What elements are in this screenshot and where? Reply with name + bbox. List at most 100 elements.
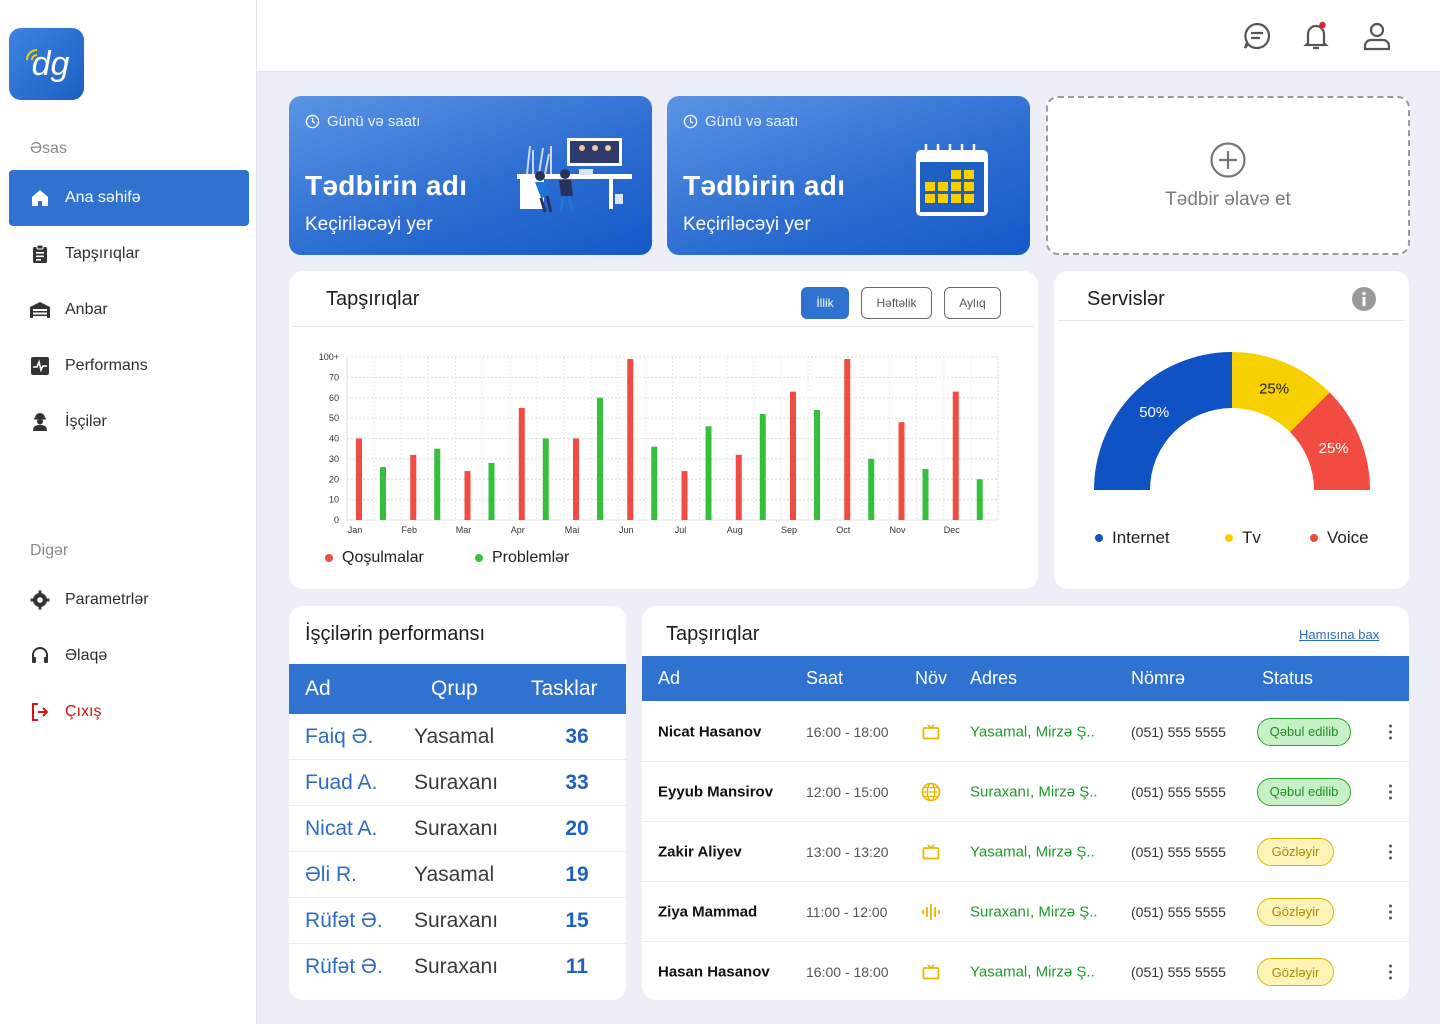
worker-group: Yasamal: [414, 724, 495, 748]
tv-icon: [921, 722, 941, 742]
legend-dot: [475, 554, 483, 562]
filter-yearly[interactable]: İllik: [801, 287, 849, 319]
filter-monthly[interactable]: Aylıq: [944, 287, 1001, 319]
sidebar-item-home[interactable]: Ana səhifə: [9, 170, 249, 226]
event-datetime: Günü və saatı: [683, 113, 798, 130]
event-card[interactable]: Günü və saatı Tədbirin adı Keçiriləcəyi …: [667, 96, 1030, 255]
sidebar-item-tasks[interactable]: Tapşırıqlar: [9, 226, 249, 282]
table-row[interactable]: Rüfət Ə. Suraxanı 11: [289, 944, 626, 990]
sidebar-item-logout[interactable]: Çıxış: [9, 684, 249, 740]
worker-task-count: 11: [565, 955, 589, 978]
chat-icon[interactable]: [1241, 20, 1273, 52]
x-tick-label: Jun: [619, 525, 634, 535]
sidebar: dg Əsas Ana səhifə Tapşırıqlar Anbar Per…: [0, 0, 257, 1024]
sidebar-item-label: Tapşırıqlar: [65, 245, 140, 262]
worker-group: Suraxanı: [414, 955, 499, 978]
legend-tv: Tv: [1225, 528, 1261, 548]
event-card[interactable]: Günü və saatı Tədbirin adı Keçiriləcəyi …: [289, 96, 652, 255]
logout-icon: [29, 701, 51, 723]
sidebar-item-performance[interactable]: Performans: [9, 338, 249, 394]
legend-label: Voice: [1327, 528, 1369, 547]
panel-divider: [293, 326, 1034, 327]
worker-group: Suraxanı: [414, 770, 499, 794]
info-icon[interactable]: [1352, 287, 1376, 311]
bar-connections: [844, 359, 851, 520]
y-tick-label: 40: [329, 434, 339, 444]
table-row[interactable]: Hasan Hasanov 16:00 - 18:00 Yasamal, Mirzə…: [642, 942, 1409, 1002]
clipboard-icon: [29, 243, 51, 265]
task-time: 16:00 - 18:00: [806, 723, 889, 740]
gauge-slice-label: 25%: [1319, 440, 1349, 457]
table-row[interactable]: Eyyub Mansirov 12:00 - 15:00 Suraxanı, Mir…: [642, 762, 1409, 822]
status-badge: Gözləyir: [1257, 837, 1334, 866]
add-event-card[interactable]: Tədbir əlavə et: [1046, 96, 1410, 255]
more-options-icon[interactable]: [1380, 844, 1400, 859]
more-options-icon[interactable]: [1380, 724, 1400, 739]
legend-label: Qoşulmalar: [342, 549, 424, 566]
y-tick-label: 100+: [319, 352, 339, 362]
more-options-icon[interactable]: [1380, 904, 1400, 919]
filter-weekly[interactable]: Həftəlik: [861, 287, 932, 319]
performance-table-header: Ad Qrup Tasklar: [289, 664, 626, 714]
bar-connections: [681, 471, 688, 520]
sidebar-item-settings[interactable]: Parametrlər: [9, 572, 249, 628]
y-tick-label: 60: [329, 393, 339, 403]
bar-problems: [434, 448, 441, 520]
y-tick-label: 0: [334, 515, 339, 525]
user-icon[interactable]: [1361, 20, 1393, 52]
table-row[interactable]: Əli R. Yasamal 19: [289, 852, 626, 898]
status-badge: Gözləyir: [1257, 958, 1334, 986]
section-other-title: Digər: [30, 542, 69, 559]
table-row[interactable]: Ziya Mammad 11:00 - 12:00 Suraxanı, Mirzə …: [642, 882, 1409, 942]
sidebar-item-warehouse[interactable]: Anbar: [9, 282, 249, 338]
bar-problems: [868, 458, 875, 520]
table-row[interactable]: Nicat Hasanov 16:00 - 18:00 Yasamal, Mirzə…: [642, 702, 1409, 762]
bar-problems: [922, 469, 929, 520]
table-row[interactable]: Fuad A. Suraxanı 33: [289, 760, 626, 806]
sidebar-item-label: İşçilər: [65, 413, 107, 430]
column-header: Saat: [806, 668, 844, 688]
bar-connections: [518, 407, 525, 520]
worker-group: Yasamal: [414, 862, 495, 886]
x-tick-label: Apr: [511, 525, 525, 535]
table-row[interactable]: Faiq Ə. Yasamal 36: [289, 714, 626, 760]
worker-task-count: 33: [565, 770, 589, 794]
bar-problems: [651, 446, 658, 520]
x-tick-label: Nov: [889, 525, 906, 535]
column-header: Ad: [658, 668, 681, 688]
legend-dot: [325, 554, 333, 562]
performance-icon: [29, 355, 51, 377]
x-tick-label: Dec: [944, 525, 961, 535]
bar-connections: [735, 454, 742, 520]
more-options-icon[interactable]: [1380, 964, 1400, 980]
sidebar-item-label: Anbar: [65, 301, 108, 318]
x-tick-label: Oct: [836, 525, 851, 535]
bar-problems: [814, 409, 820, 520]
task-name: Zakir Aliyev: [658, 843, 742, 860]
table-row[interactable]: Zakir Aliyev 13:00 - 13:20 Yasamal, Mirzə …: [642, 822, 1409, 882]
app-logo[interactable]: dg: [9, 28, 84, 100]
task-phone: (051) 555 5555: [1131, 783, 1226, 800]
x-tick-label: Mar: [456, 525, 472, 535]
more-options-icon[interactable]: [1380, 784, 1400, 799]
y-tick-label: 10: [329, 495, 339, 505]
sidebar-item-workers[interactable]: İşçilər: [9, 394, 249, 450]
table-row[interactable]: Rüfət Ə. Suraxanı 15: [289, 898, 626, 944]
y-tick-label: 50: [329, 413, 339, 423]
worker-task-count: 36: [565, 724, 589, 748]
task-phone: (051) 555 5555: [1131, 723, 1226, 740]
bell-icon[interactable]: [1300, 20, 1332, 52]
gauge-slice-label: 25%: [1259, 380, 1289, 397]
event-datetime-label: Günü və saatı: [705, 113, 799, 130]
tasks-table-header: Ad Saat Növ Adres Nömrə Status: [642, 656, 1409, 701]
status-badge: Qəbul edilib: [1257, 717, 1351, 746]
task-name: Eyyub Mansirov: [658, 783, 774, 800]
legend-internet: Internet: [1095, 528, 1170, 548]
sidebar-item-label: Performans: [65, 357, 148, 374]
table-row[interactable]: Nicat A. Suraxanı 20: [289, 806, 626, 852]
task-time: 13:00 - 13:20: [806, 843, 889, 860]
bar-connections: [464, 471, 471, 520]
view-all-link[interactable]: Hamısına bax: [1299, 627, 1379, 642]
sidebar-item-contact[interactable]: Əlaqə: [9, 628, 249, 684]
event-title: Tədbirin adı: [305, 170, 468, 201]
